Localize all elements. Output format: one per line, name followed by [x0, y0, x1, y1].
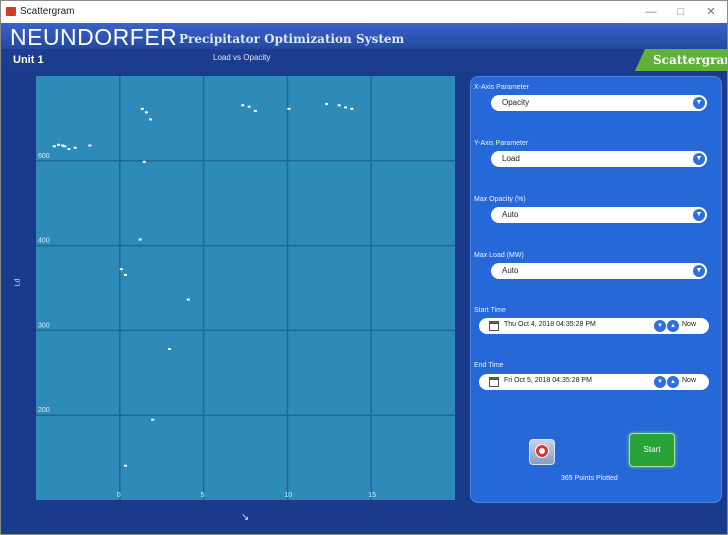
x-tick-label: 10: [284, 492, 292, 499]
end-time-label: End Time: [474, 362, 504, 369]
x-tick-label: 5: [201, 492, 205, 499]
data-point: [168, 348, 171, 351]
end-time-value: Fri Oct 5, 2018 04:35:28 PM: [504, 377, 592, 384]
scatter-plot[interactable]: 600 400 300 200 0 5 10 15: [36, 76, 455, 500]
data-point: [73, 146, 77, 149]
data-point: [142, 160, 146, 163]
start-time-label: Start Time: [474, 307, 506, 314]
system-subtitle: Precipitator Optimization System: [179, 32, 405, 46]
y-tick-label: 600: [38, 153, 50, 160]
chevron-down-icon: ▼: [693, 209, 705, 221]
data-point: [138, 238, 142, 241]
chevron-down-icon: ▼: [693, 265, 705, 277]
clear-plot-button[interactable]: [529, 439, 555, 465]
data-point: [186, 298, 190, 301]
tab-scattergram[interactable]: Scattergram: [635, 49, 727, 71]
data-point: [52, 145, 56, 148]
x-axis-param-dropdown[interactable]: Opacity ▼: [491, 95, 707, 111]
spin-down-icon[interactable]: ▼: [654, 376, 666, 388]
max-opacity-value: Auto: [502, 210, 519, 219]
max-opacity-label: Max Opacity (%): [474, 196, 526, 203]
chevron-down-icon: ▼: [693, 153, 705, 165]
app-icon: [6, 7, 16, 16]
y-tick-label: 400: [38, 238, 50, 245]
points-plotted-status: 365 Points Plotted: [561, 475, 618, 482]
y-axis-param-value: Load: [502, 154, 520, 163]
brand-logo-text: NEUNDORFER: [10, 24, 178, 50]
spin-up-icon[interactable]: ▲: [667, 320, 679, 332]
y-axis-param-label: Y-Axis Parameter: [474, 140, 529, 147]
start-now-button[interactable]: Now: [682, 321, 696, 328]
sub-header-bar: [1, 49, 727, 71]
x-axis-param-value: Opacity: [502, 98, 530, 107]
start-time-picker[interactable]: Thu Oct 4, 2018 04:35:28 PM ▼ ▲ Now: [479, 318, 709, 334]
data-point: [119, 268, 123, 271]
data-point: [124, 273, 127, 276]
control-panel: X-Axis Parameter Opacity ▼ Y-Axis Parame…: [470, 76, 722, 503]
app-window: Scattergram — □ ✕ NEUNDORFER Precipitato…: [0, 0, 728, 535]
maximize-icon[interactable]: □: [667, 3, 695, 21]
window-title: Scattergram: [20, 6, 75, 17]
unit-label: Unit 1: [13, 54, 44, 66]
data-point: [287, 107, 291, 110]
x-tick-label: 15: [368, 492, 376, 499]
data-point: [144, 111, 148, 114]
close-icon[interactable]: ✕: [697, 3, 725, 21]
y-tick-label: 200: [38, 407, 50, 414]
end-time-picker[interactable]: Fri Oct 5, 2018 04:35:28 PM ▼ ▲ Now: [479, 374, 709, 390]
calendar-icon[interactable]: [489, 321, 499, 331]
chart-title: Load vs Opacity: [213, 53, 271, 62]
data-point: [67, 148, 71, 151]
calendar-icon[interactable]: [489, 377, 499, 387]
data-point: [247, 105, 251, 108]
plot-background: [36, 76, 455, 500]
x-tick-label: 0: [117, 492, 121, 499]
y-axis-label: Ld: [14, 278, 22, 287]
data-point: [57, 143, 60, 146]
chevron-down-icon: ▼: [693, 97, 705, 109]
record-disc-icon: [535, 444, 549, 458]
data-point: [88, 144, 92, 147]
data-point: [241, 104, 245, 107]
max-load-value: Auto: [502, 266, 519, 275]
spin-up-icon[interactable]: ▲: [667, 376, 679, 388]
data-point: [344, 106, 347, 109]
max-load-label: Max Load (MW): [474, 252, 524, 259]
y-axis-param-dropdown[interactable]: Load ▼: [491, 151, 707, 167]
max-opacity-dropdown[interactable]: Auto ▼: [491, 207, 707, 223]
zoom-cursor-icon: ↘: [241, 512, 250, 523]
tab-scattergram-label: Scattergram: [653, 53, 727, 67]
data-point: [149, 118, 153, 121]
data-point: [253, 109, 257, 112]
end-now-button[interactable]: Now: [682, 377, 696, 384]
title-bar: Scattergram — □ ✕: [1, 1, 727, 23]
data-point: [350, 107, 354, 110]
minimize-icon[interactable]: —: [637, 3, 665, 21]
max-load-dropdown[interactable]: Auto ▼: [491, 263, 707, 279]
data-point: [124, 464, 127, 467]
y-tick-label: 300: [38, 322, 50, 329]
data-point: [140, 107, 144, 110]
data-point: [337, 104, 341, 107]
start-button[interactable]: Start: [629, 433, 675, 467]
start-time-value: Thu Oct 4, 2018 04:35:28 PM: [504, 321, 596, 328]
data-point: [151, 418, 155, 421]
x-axis-param-label: X-Axis Parameter: [474, 84, 529, 91]
spin-down-icon[interactable]: ▼: [654, 320, 666, 332]
data-point: [325, 102, 329, 105]
data-point: [63, 145, 67, 148]
